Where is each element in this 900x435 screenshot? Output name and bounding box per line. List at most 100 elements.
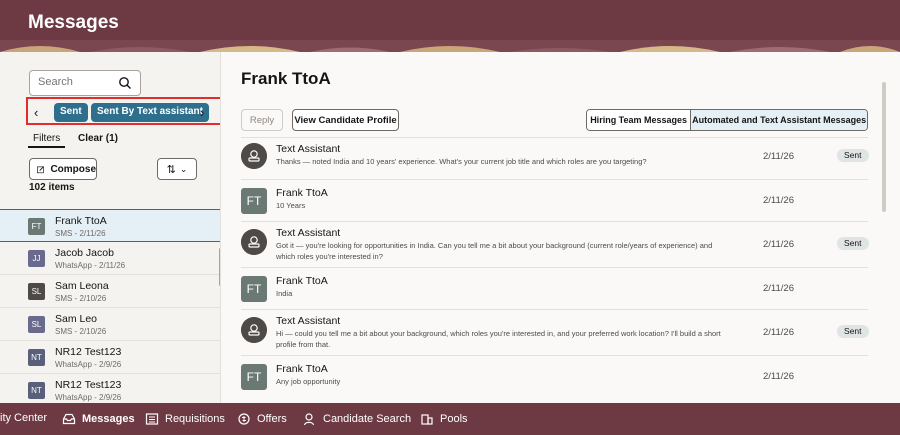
chevron-right-icon[interactable]: › xyxy=(200,105,212,120)
message-date: 2/11/26 xyxy=(763,239,794,250)
nav-item-activity-center[interactable]: ity Center xyxy=(0,412,47,424)
bottom-navigation: ity Center Messages Requisitions Offers … xyxy=(0,403,900,435)
nav-item-label: Messages xyxy=(82,413,135,425)
message-row[interactable]: FT Frank TtoA 10 Years 2/11/26 xyxy=(241,179,868,221)
message-sender: Text Assistant xyxy=(276,143,341,155)
message-sender: Text Assistant xyxy=(276,227,341,239)
avatar: JJ xyxy=(28,250,45,267)
message-row[interactable]: Text Assistant Got it — you're looking f… xyxy=(241,221,869,267)
nav-item-label: Requisitions xyxy=(165,413,225,425)
search-icon[interactable] xyxy=(118,76,132,90)
message-date: 2/11/26 xyxy=(763,283,794,294)
sort-button[interactable]: ⇅ ⌄ xyxy=(157,158,197,180)
clear-filters-button[interactable]: Clear (1) xyxy=(78,133,118,144)
message-body: India xyxy=(276,289,293,298)
message-thread-scrollbar[interactable] xyxy=(882,82,886,212)
message-date: 2/11/26 xyxy=(763,195,794,206)
message-date: 2/11/26 xyxy=(763,327,794,338)
filter-chip-sent-by[interactable]: Sent By Text assistant xyxy=(91,103,209,122)
conversation-channel-date: WhatsApp - 2/11/26 xyxy=(55,261,126,270)
nav-item-label: ity Center xyxy=(0,412,48,424)
message-date: 2/11/26 xyxy=(763,371,794,382)
search-field[interactable] xyxy=(29,70,141,96)
compose-icon xyxy=(37,165,45,173)
message-row[interactable]: FT Frank TtoA India 2/11/26 xyxy=(241,267,868,309)
conversation-channel-date: SMS - 2/10/26 xyxy=(55,294,107,303)
message-body: Any job opportunity xyxy=(276,377,341,386)
conversation-name: Sam Leo xyxy=(55,313,98,325)
conversation-item[interactable]: SL Sam Leona SMS - 2/10/26 xyxy=(0,275,220,308)
conversation-name: Sam Leona xyxy=(55,280,109,292)
avatar: SL xyxy=(28,316,45,333)
avatar: SL xyxy=(28,283,45,300)
avatar: NT xyxy=(28,382,45,399)
search-input[interactable] xyxy=(38,76,118,88)
sort-icon: ⇅ xyxy=(166,163,176,176)
conversation-name: NR12 Test123 xyxy=(55,379,122,391)
conversation-channel-date: SMS - 2/11/26 xyxy=(55,229,106,238)
message-thread-panel: Frank TtoA Reply View Candidate Profile … xyxy=(220,52,900,403)
item-count: 102 items xyxy=(29,182,75,193)
list-icon xyxy=(145,413,159,425)
conversation-item[interactable]: SL Sam Leo SMS - 2/10/26 xyxy=(0,308,220,341)
message-body: Hi — could you tell me a bit about your … xyxy=(276,329,721,349)
message-sender: Frank TtoA xyxy=(276,363,328,375)
compose-label: Compose xyxy=(50,163,96,175)
nav-item-label: Pools xyxy=(440,413,468,425)
tab-automated-messages[interactable]: Automated and Text Assistant Messages xyxy=(691,110,867,130)
nav-item-label: Candidate Search xyxy=(323,413,412,425)
nav-item-messages[interactable]: Messages xyxy=(62,412,135,426)
compose-button[interactable]: Compose xyxy=(29,158,97,180)
nav-item-label: Offers xyxy=(257,413,287,425)
conversation-name: NR12 Test123 xyxy=(55,346,122,358)
filter-chip-row: ‹ Sent Sent By Text assistant › xyxy=(26,97,222,125)
avatar: FT xyxy=(241,364,267,390)
message-body: 10 Years xyxy=(276,201,306,210)
page-header-title: Messages xyxy=(28,12,119,33)
status-badge: Sent xyxy=(837,237,869,250)
filters-button[interactable]: Filters xyxy=(28,131,66,148)
conversation-channel-date: WhatsApp - 2/9/26 xyxy=(55,393,122,402)
conversation-item[interactable]: NT NR12 Test123 WhatsApp - 2/9/26 xyxy=(0,341,220,374)
message-date: 2/11/26 xyxy=(763,151,794,162)
filter-chip-sent[interactable]: Sent xyxy=(54,103,88,122)
message-sender: Frank TtoA xyxy=(276,187,328,199)
avatar: FT xyxy=(241,188,267,214)
message-body: Got it — you're looking for opportunitie… xyxy=(276,241,713,261)
candidate-name-title: Frank TtoA xyxy=(241,69,331,88)
conversation-name: Frank TtoA xyxy=(55,215,107,227)
conversation-item[interactable]: FT Frank TtoA SMS - 2/11/26 xyxy=(0,209,220,242)
person-search-icon xyxy=(303,413,315,426)
conversation-name: Jacob Jacob xyxy=(55,247,114,259)
chevron-down-icon: ⌄ xyxy=(179,163,188,174)
app-header: Messages xyxy=(0,0,900,52)
assistant-icon xyxy=(241,143,267,169)
conversation-channel-date: SMS - 2/10/26 xyxy=(55,327,107,336)
conversation-item[interactable]: JJ Jacob Jacob WhatsApp - 2/11/26 xyxy=(0,242,220,275)
nav-item-offers[interactable]: Offers xyxy=(237,412,287,426)
avatar: FT xyxy=(241,276,267,302)
status-badge: Sent xyxy=(837,149,869,162)
message-row[interactable]: Text Assistant Thanks — noted India and … xyxy=(241,137,869,179)
reply-button[interactable]: Reply xyxy=(241,109,283,131)
header-decorative-pattern xyxy=(0,40,900,52)
avatar: NT xyxy=(28,349,45,366)
message-sender: Frank TtoA xyxy=(276,275,328,287)
chevron-left-icon[interactable]: ‹ xyxy=(34,105,46,120)
message-body: Thanks — noted India and 10 years' exper… xyxy=(276,157,647,166)
conversation-list: FT Frank TtoA SMS - 2/11/26 JJ Jacob Jac… xyxy=(0,209,220,407)
view-candidate-profile-button[interactable]: View Candidate Profile xyxy=(292,109,399,131)
tab-hiring-team-messages[interactable]: Hiring Team Messages xyxy=(587,110,692,130)
assistant-icon xyxy=(241,229,267,255)
building-icon xyxy=(421,414,433,425)
message-row[interactable]: FT Frank TtoA Any job opportunity 2/11/2… xyxy=(241,355,868,397)
message-type-switcher: Hiring Team Messages Automated and Text … xyxy=(586,109,868,131)
nav-item-candidate-search[interactable]: Candidate Search xyxy=(303,412,411,426)
message-row[interactable]: Text Assistant Hi — could you tell me a … xyxy=(241,309,869,355)
nav-item-requisitions[interactable]: Requisitions xyxy=(145,412,225,426)
assistant-icon xyxy=(241,317,267,343)
avatar: FT xyxy=(28,218,45,235)
conversation-channel-date: WhatsApp - 2/9/26 xyxy=(55,360,122,369)
nav-item-pools[interactable]: Pools xyxy=(420,412,468,426)
inbox-icon xyxy=(62,413,76,425)
